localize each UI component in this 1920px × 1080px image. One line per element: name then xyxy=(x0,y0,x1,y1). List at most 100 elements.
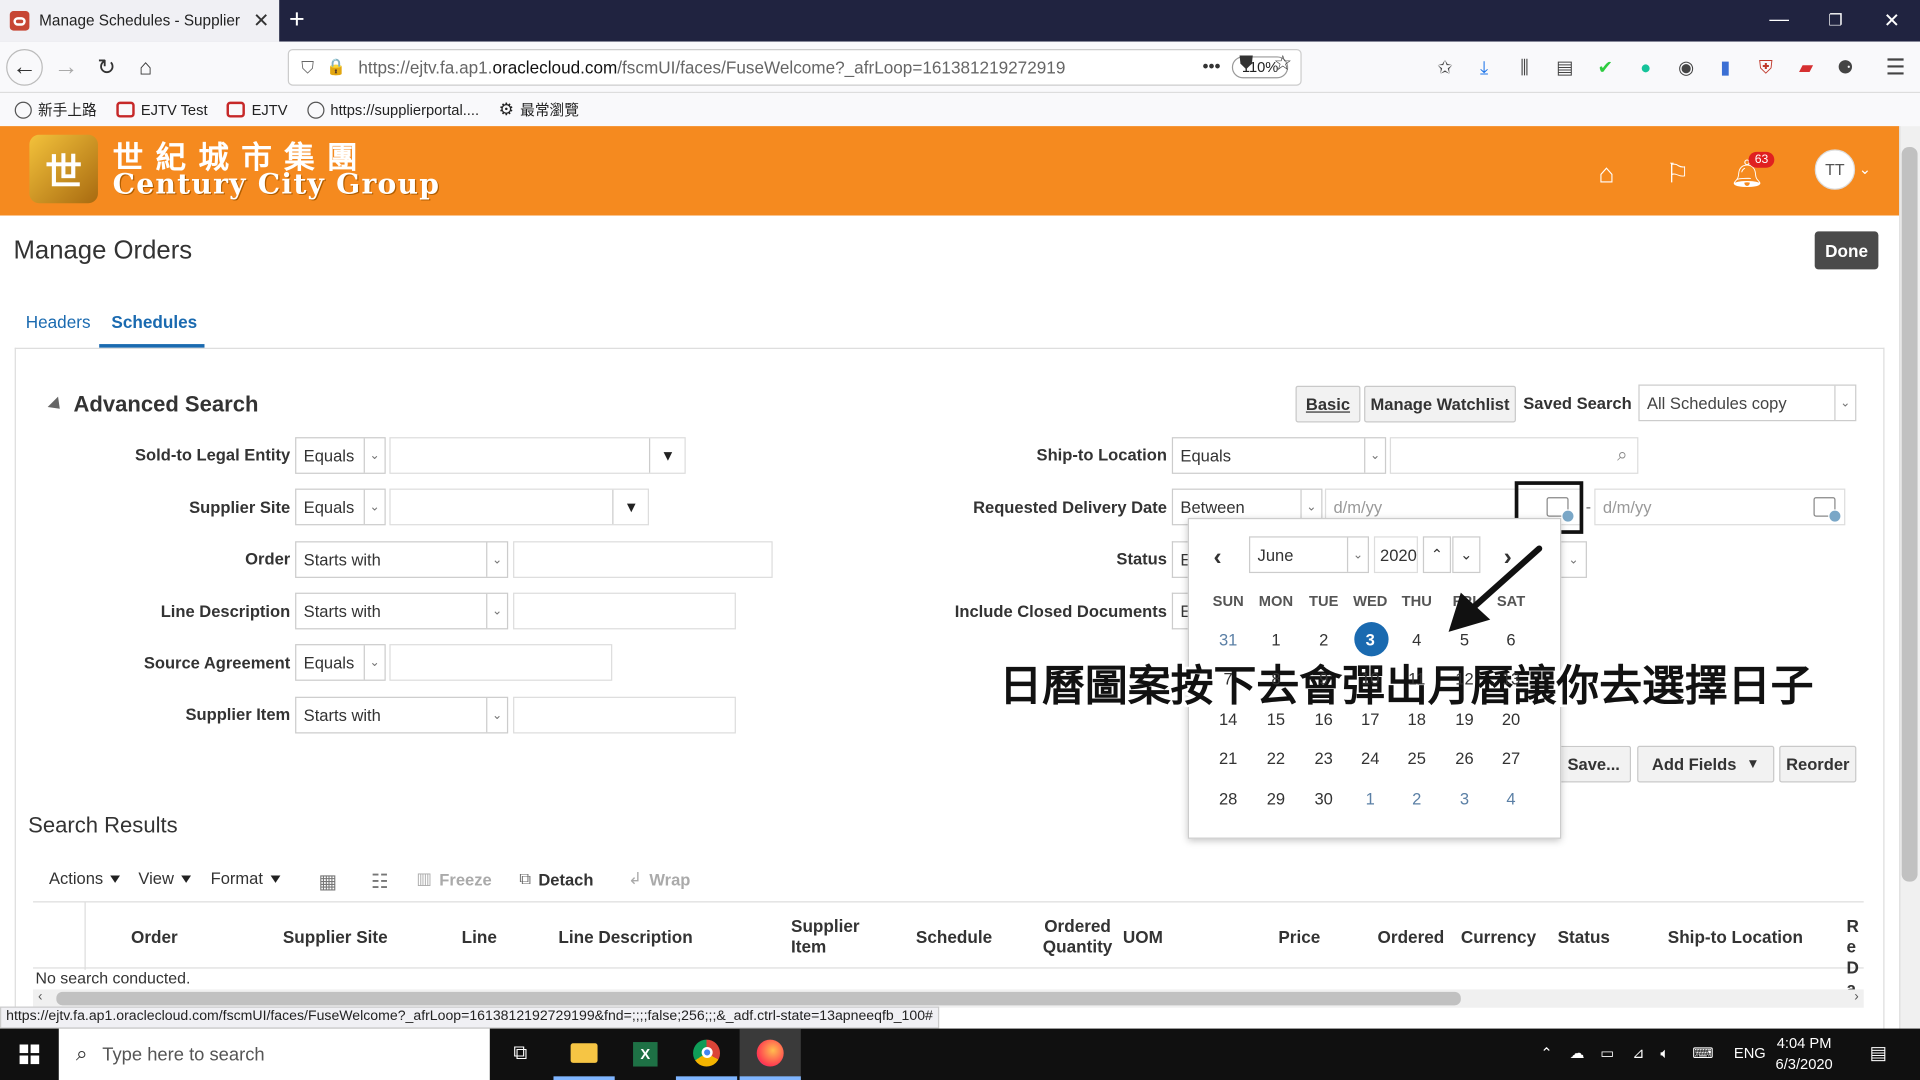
action-center-icon[interactable]: ▤ xyxy=(1870,1042,1887,1064)
add-fields-button[interactable]: Add Fields ▼ xyxy=(1637,745,1775,783)
bookmark-item[interactable]: EJTV xyxy=(227,101,288,118)
calendar-day[interactable]: 29 xyxy=(1258,784,1295,813)
calendar-day[interactable]: 1 xyxy=(1258,624,1295,653)
column-header[interactable]: Line xyxy=(462,927,497,948)
file-explorer-icon[interactable] xyxy=(553,1029,615,1080)
columns-icon[interactable]: ▦ xyxy=(318,869,337,893)
lock-icon[interactable]: 🔒 xyxy=(326,58,346,78)
chevron-down-icon[interactable]: ⌄ xyxy=(486,697,507,733)
calendar-day[interactable]: 24 xyxy=(1352,743,1389,772)
query-by-example-icon[interactable]: ☷ xyxy=(371,869,389,893)
source-agreement-input[interactable] xyxy=(389,644,613,681)
calendar-day[interactable]: 12 xyxy=(1446,664,1483,693)
calendar-day[interactable]: 30 xyxy=(1305,784,1342,813)
freeze-button[interactable]: ▥ Freeze xyxy=(416,869,491,889)
new-tab-button[interactable]: + xyxy=(289,4,305,36)
firefox-icon[interactable] xyxy=(739,1028,801,1080)
calendar-day[interactable]: 4 xyxy=(1398,624,1435,653)
year-input[interactable]: 2020 xyxy=(1373,536,1418,574)
company-logo-icon[interactable]: 世 xyxy=(29,134,98,204)
line-description-operator-select[interactable]: Starts with ⌄ xyxy=(295,592,509,630)
wrap-button[interactable]: ↲ Wrap xyxy=(628,869,690,889)
excel-icon[interactable]: X xyxy=(615,1029,676,1080)
url-text[interactable]: https://ejtv.fa.ap1.oraclecloud.com/fscm… xyxy=(358,58,1219,78)
calendar-day[interactable]: 15 xyxy=(1258,704,1295,733)
sold-to-legal-entity-input[interactable]: ▼ xyxy=(389,437,686,474)
saved-search-select[interactable]: All Schedules copy ⌄ xyxy=(1638,384,1857,422)
url-bar[interactable]: ⛉ 🔒 https://ejtv.fa.ap1.oraclecloud.com/… xyxy=(287,48,1302,86)
calendar-day-today[interactable]: 3 xyxy=(1352,622,1389,657)
onedrive-icon[interactable]: ☁ xyxy=(1570,1044,1585,1061)
task-view-icon[interactable]: ⧉ xyxy=(490,1029,551,1080)
calendar-day[interactable]: 25 xyxy=(1398,743,1435,772)
keyboard-icon[interactable]: ⌨ xyxy=(1692,1044,1713,1061)
calendar-day[interactable]: 9 xyxy=(1305,664,1342,693)
battery-icon[interactable]: ▭ xyxy=(1600,1044,1614,1061)
chevron-down-icon[interactable]: ⌄ xyxy=(1859,160,1871,177)
forward-icon[interactable]: → xyxy=(48,49,85,86)
column-header[interactable]: Ordered Quantity xyxy=(1035,916,1121,958)
column-header[interactable]: Supplier Item xyxy=(791,916,877,958)
calendar-day[interactable]: 2 xyxy=(1305,624,1342,653)
chevron-down-icon[interactable]: ⌄ xyxy=(1834,385,1855,421)
extension-icon[interactable]: ⚈ xyxy=(1832,54,1859,81)
calendar-day[interactable]: 11 xyxy=(1398,664,1435,693)
supplier-item-operator-select[interactable]: Starts with ⌄ xyxy=(295,696,509,734)
chevron-down-icon[interactable]: ⌄ xyxy=(363,489,385,525)
source-agreement-operator-select[interactable]: Equals ⌄ xyxy=(295,644,386,681)
calendar-day[interactable]: 13 xyxy=(1493,664,1530,693)
bookmark-icon[interactable]: ▮ xyxy=(1712,54,1739,81)
user-avatar[interactable]: TT xyxy=(1814,149,1856,190)
back-icon[interactable]: ← xyxy=(6,48,43,86)
show-hidden-icons[interactable]: ⌃ xyxy=(1540,1044,1552,1061)
close-window-icon[interactable]: ✕ xyxy=(1864,0,1920,42)
supplier-site-operator-select[interactable]: Equals ⌄ xyxy=(295,488,386,526)
chevron-down-icon[interactable]: ⌄ xyxy=(486,593,507,629)
minimize-icon[interactable]: — xyxy=(1751,0,1807,42)
bookmark-item[interactable]: https://supplierportal.... xyxy=(307,101,479,119)
download-icon[interactable]: ⤓ xyxy=(1471,54,1498,81)
view-menu[interactable]: View xyxy=(138,869,192,888)
calendar-day[interactable]: 18 xyxy=(1398,704,1435,733)
order-operator-select[interactable]: Starts with ⌄ xyxy=(295,541,509,578)
manage-watchlist-button[interactable]: Manage Watchlist xyxy=(1364,385,1516,423)
column-header[interactable]: Ordered xyxy=(1378,927,1445,948)
dropdown-arrow-icon[interactable]: ▼ xyxy=(648,438,686,473)
chevron-down-icon[interactable]: ⌄ xyxy=(363,645,385,680)
format-menu[interactable]: Format xyxy=(211,869,281,888)
home-icon[interactable]: ⌂ xyxy=(1588,156,1625,193)
advanced-search-header[interactable]: Advanced Search xyxy=(47,392,258,418)
column-header[interactable]: Line Description xyxy=(558,927,692,948)
home-icon[interactable]: ⌂ xyxy=(127,49,164,86)
column-header[interactable]: Re Da xyxy=(1847,916,1864,999)
calendar-day[interactable]: 5 xyxy=(1446,624,1483,653)
search-icon[interactable]: ⌕ xyxy=(1617,444,1627,465)
dropdown-arrow-icon[interactable]: ▼ xyxy=(612,489,649,525)
sidebar-icon[interactable]: ▤ xyxy=(1551,54,1578,81)
taskbar-search-box[interactable]: ⌕ Type here to search xyxy=(58,1028,490,1080)
calendar-day[interactable]: 7 xyxy=(1210,664,1247,693)
reading-list-icon[interactable]: ✩ xyxy=(1431,54,1458,81)
calendar-day[interactable]: 14 xyxy=(1210,704,1247,733)
ship-to-operator-select[interactable]: Equals ⌄ xyxy=(1171,437,1387,474)
calendar-day[interactable]: 22 xyxy=(1258,743,1295,772)
sold-to-operator-select[interactable]: Equals ⌄ xyxy=(295,437,386,474)
restore-icon[interactable]: ❐ xyxy=(1807,0,1863,42)
extension-check-icon[interactable]: ✔ xyxy=(1592,54,1619,81)
actions-menu[interactable]: Actions xyxy=(49,869,121,888)
column-header[interactable]: Status xyxy=(1558,927,1610,948)
detach-button[interactable]: ⧉ Detach xyxy=(519,869,593,889)
calendar-day[interactable]: 6 xyxy=(1493,624,1530,653)
browser-tab[interactable]: Manage Schedules - Supplier P ✕ xyxy=(0,0,280,42)
calendar-day[interactable]: 27 xyxy=(1493,743,1530,772)
more-actions-icon[interactable]: ••• xyxy=(1202,56,1220,76)
bookmark-item[interactable]: ⚙ 最常瀏覽 xyxy=(499,99,579,120)
calendar-day[interactable]: 17 xyxy=(1352,704,1389,733)
line-description-input[interactable] xyxy=(513,592,736,630)
column-header[interactable]: Schedule xyxy=(916,927,992,948)
calendar-day[interactable]: 20 xyxy=(1493,704,1530,733)
reload-icon[interactable]: ↻ xyxy=(88,49,125,86)
done-button[interactable]: Done xyxy=(1814,231,1879,270)
month-select[interactable]: June ⌄ xyxy=(1248,536,1369,574)
calendar-day[interactable]: 28 xyxy=(1210,784,1247,813)
